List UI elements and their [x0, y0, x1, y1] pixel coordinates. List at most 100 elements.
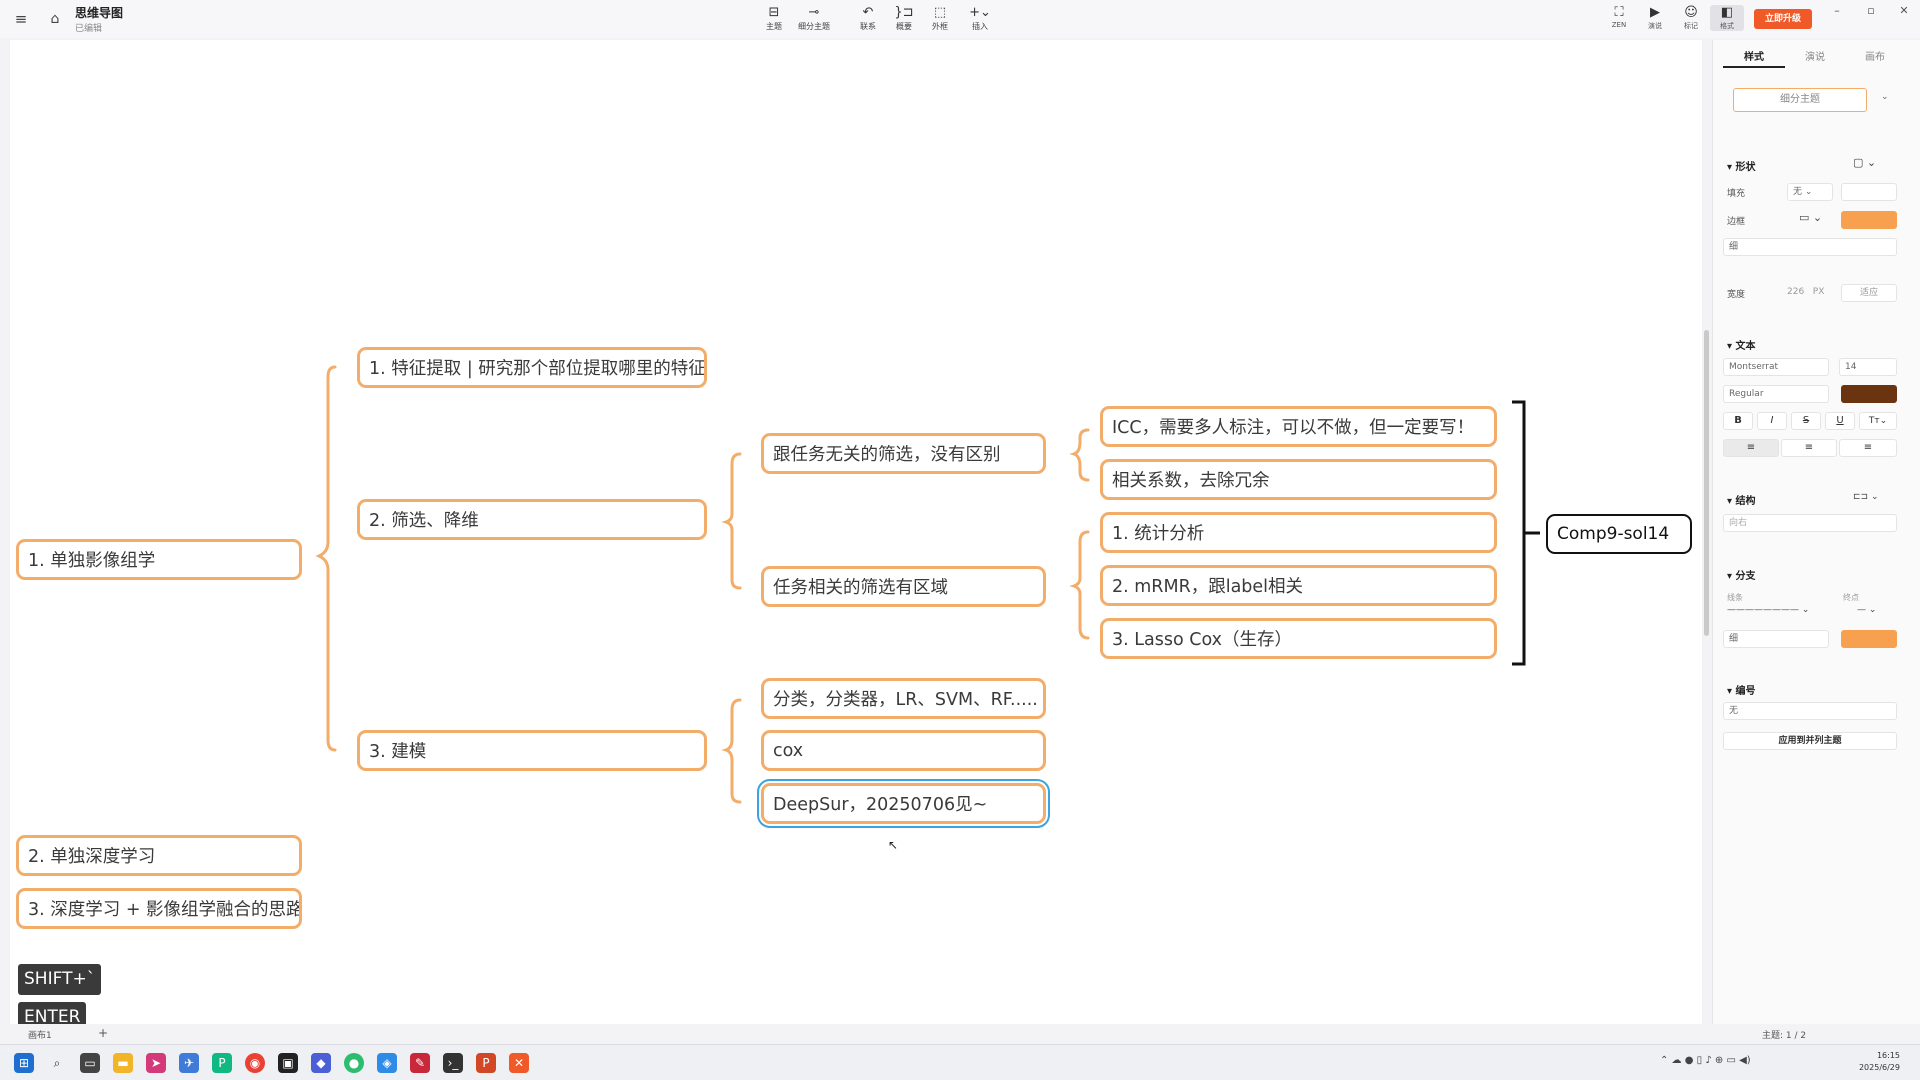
font-weight-select[interactable]: Regular [1723, 385, 1829, 403]
branch-color-swatch[interactable] [1841, 630, 1897, 648]
windows-start-icon[interactable]: ⊞ [14, 1053, 34, 1073]
maximize-icon[interactable]: ▫ [1860, 2, 1882, 20]
tool-present[interactable]: ▶ 演说 [1638, 5, 1672, 31]
topic-cox[interactable]: cox [761, 730, 1046, 771]
file-explorer-icon[interactable]: ▬ [113, 1053, 133, 1073]
strikethrough-button[interactable]: S [1791, 412, 1821, 430]
app-icon-2[interactable]: ✈ [179, 1053, 199, 1073]
unrelated-branch [1069, 428, 1090, 482]
numbering-select[interactable]: 无 [1723, 702, 1897, 720]
border-shape-icon[interactable]: ▭ ⌄ [1799, 211, 1822, 224]
structure-select[interactable]: 向右 [1723, 514, 1897, 532]
shape-rect-icon[interactable]: ▢ ⌄ [1853, 156, 1876, 169]
width-value[interactable]: 226 PX [1787, 287, 1824, 297]
topic-modeling[interactable]: 3. 建模 [357, 730, 707, 771]
model-branch [721, 698, 742, 804]
tool-boundary[interactable]: ⬚ 外框 [920, 5, 960, 32]
fill-select[interactable]: 无 ⌄ [1787, 183, 1833, 201]
topic-deepsur-selected[interactable]: DeepSur，20250706见~ [757, 779, 1050, 828]
app-icon-3[interactable]: ▣ [278, 1053, 298, 1073]
terminal-icon[interactable]: ›_ [443, 1053, 463, 1073]
pycharm-icon[interactable]: P [212, 1053, 232, 1073]
status-bar: 画布1 + 主题: 1 / 2 [0, 1024, 1920, 1044]
minimize-icon[interactable]: – [1826, 2, 1848, 20]
topic-correlation[interactable]: 相关系数，去除冗余 [1100, 459, 1497, 500]
align-left-button[interactable]: ≡ [1723, 439, 1779, 457]
tool-topic[interactable]: ⊟ 主题 [754, 5, 794, 32]
font-family-select[interactable]: Montserrat [1723, 358, 1829, 376]
text-section-title[interactable]: ▾ 文本 [1727, 337, 1756, 352]
tray-icons[interactable]: ⌃ ☁ ● ▯ ♪ ⊕ ▭ ◀) [1660, 1055, 1751, 1066]
end-style-select[interactable]: — ⌄ [1857, 605, 1876, 615]
text-case-button[interactable]: Tт⌄ [1859, 412, 1897, 430]
tab-canvas[interactable]: 画布 [1845, 48, 1905, 63]
upgrade-button[interactable]: 立即升级 [1754, 9, 1812, 29]
numbering-section-title[interactable]: ▾ 编号 [1727, 682, 1756, 697]
shape-section-title[interactable]: ▾ 形状 [1727, 158, 1756, 173]
menu-icon[interactable]: ≡ [12, 10, 30, 28]
topic-statistics[interactable]: 1. 统计分析 [1100, 512, 1497, 553]
app-icon-1[interactable]: ➤ [146, 1053, 166, 1073]
mindmap-canvas[interactable]: 1. 单独影像组学 2. 单独深度学习 3. 深度学习 + 影像组学融合的思路 … [10, 40, 1709, 1061]
align-center-button[interactable]: ≡ [1781, 439, 1837, 457]
branch-section-title[interactable]: ▾ 分支 [1727, 567, 1756, 582]
structure-section-title[interactable]: ▾ 结构 [1727, 492, 1756, 507]
subtopic-icon: ⊸ [808, 5, 820, 20]
apply-to-siblings-button[interactable]: 应用到并列主题 [1723, 732, 1897, 750]
add-sheet-icon[interactable]: + [98, 1026, 108, 1040]
text-color-swatch[interactable] [1841, 385, 1897, 403]
tool-zen[interactable]: ⛶ ZEN [1602, 5, 1636, 29]
topic-task-unrelated[interactable]: 跟任务无关的筛选，没有区别 [761, 433, 1046, 474]
search-icon[interactable]: ⌕ [47, 1053, 67, 1073]
tab-present[interactable]: 演说 [1785, 48, 1845, 63]
vertical-scrollbar[interactable] [1704, 330, 1709, 636]
width-fit-button[interactable]: 适应 [1841, 284, 1897, 302]
structure-icon[interactable]: ⊏⊐ ⌄ [1853, 492, 1878, 502]
tool-summary[interactable]: }⊐ 概要 [884, 5, 924, 32]
close-icon[interactable]: ✕ [1893, 2, 1915, 20]
line-style-select[interactable]: ———————— ⌄ [1727, 605, 1827, 615]
app-icon-4[interactable]: ◆ [311, 1053, 331, 1073]
font-size-select[interactable]: 14 [1839, 358, 1897, 376]
app-icon-6[interactable]: ✎ [410, 1053, 430, 1073]
powerpoint-icon[interactable]: P [476, 1053, 496, 1073]
style-preset-button[interactable]: 细分主题 [1733, 88, 1867, 112]
chrome-icon[interactable]: ◉ [245, 1053, 265, 1073]
align-right-button[interactable]: ≡ [1839, 439, 1897, 457]
topic-filter-reduce[interactable]: 2. 筛选、降维 [357, 499, 707, 540]
underline-button[interactable]: U [1825, 412, 1855, 430]
system-clock[interactable]: 16:15 2025/6/29 [1852, 1050, 1900, 1074]
tool-insert[interactable]: +⌄ 插入 [960, 5, 1000, 32]
home-icon[interactable]: ⌂ [46, 10, 64, 28]
italic-button[interactable]: I [1757, 412, 1787, 430]
wechat-icon[interactable]: ● [344, 1053, 364, 1073]
border-weight-select[interactable]: 细 [1723, 238, 1897, 256]
taskview-icon[interactable]: ▭ [80, 1053, 100, 1073]
tool-format[interactable]: ◧ 格式 [1710, 5, 1744, 31]
topic-lasso-cox[interactable]: 3. Lasso Cox（生存） [1100, 618, 1497, 659]
branch-weight-select[interactable]: 细 [1723, 630, 1829, 648]
sheet-tab[interactable]: 画布1 [28, 1028, 52, 1041]
topic-mrmr[interactable]: 2. mRMR，跟label相关 [1100, 565, 1497, 606]
xmind-icon[interactable]: ✕ [509, 1053, 529, 1073]
summary-topic[interactable]: Comp9-sol14 [1546, 514, 1692, 554]
root-topic-deep-learning[interactable]: 2. 单独深度学习 [16, 835, 302, 876]
app-icon-5[interactable]: ◈ [377, 1053, 397, 1073]
topic-classification[interactable]: 分类，分类器，LR、SVM、RF..... [761, 678, 1046, 719]
root-topic-radiomics[interactable]: 1. 单独影像组学 [16, 539, 302, 580]
bold-button[interactable]: B [1723, 412, 1753, 430]
chevron-down-icon[interactable]: ⌄ [1881, 92, 1889, 102]
tab-style[interactable]: 样式 [1724, 48, 1784, 63]
topic-icc[interactable]: ICC，需要多人标注，可以不做，但一定要写！ [1100, 406, 1497, 447]
tool-relationship[interactable]: ↶ 联系 [848, 5, 888, 32]
fill-color-swatch[interactable] [1841, 183, 1897, 201]
panel-icon: ◧ [1720, 5, 1734, 20]
topic-feature-extraction[interactable]: 1. 特征提取 | 研究那个部位提取哪里的特征 [357, 347, 707, 388]
tool-subtopic[interactable]: ⊸ 细分主题 [794, 5, 834, 32]
topic-task-related[interactable]: 任务相关的筛选有区域 [761, 566, 1046, 607]
fill-label: 填充 [1727, 189, 1746, 199]
border-color-swatch[interactable] [1841, 211, 1897, 229]
root-topic-fusion[interactable]: 3. 深度学习 + 影像组学融合的思路 [16, 888, 302, 929]
document-title[interactable]: 思维导图 [75, 4, 123, 21]
tool-marker[interactable]: ☺ 标记 [1674, 5, 1708, 31]
